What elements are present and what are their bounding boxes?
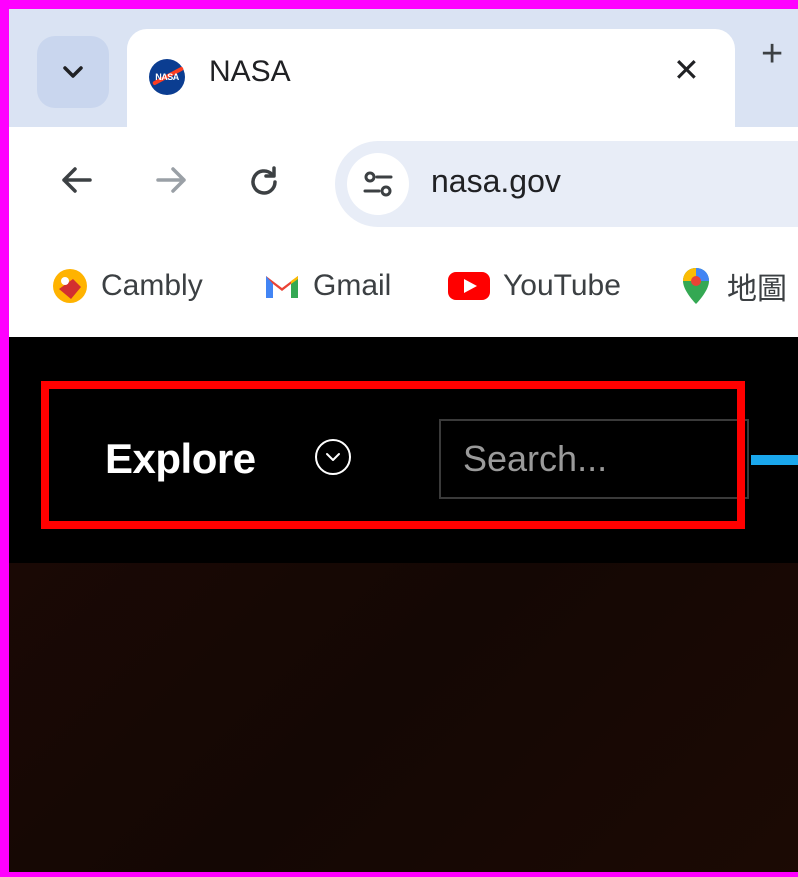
hero-background xyxy=(9,563,798,872)
nasa-page: Explore xyxy=(9,337,798,872)
reload-button[interactable] xyxy=(247,165,281,205)
favicon-text: NASA xyxy=(155,72,179,82)
tab-title: NASA xyxy=(209,55,291,88)
back-button[interactable] xyxy=(59,165,93,201)
bookmarks-bar: Cambly Gmail YouTube 地圖 xyxy=(9,239,798,337)
accent-bar xyxy=(751,455,798,465)
nasa-favicon-icon: NASA xyxy=(149,59,185,95)
bookmark-gmail[interactable]: Gmail xyxy=(263,261,391,311)
bookmark-label: 地圖 xyxy=(727,273,787,306)
explore-menu-label[interactable]: Explore xyxy=(105,435,256,483)
gmail-icon xyxy=(263,267,301,305)
bookmark-label: Cambly xyxy=(101,269,203,302)
youtube-icon xyxy=(447,267,491,305)
bookmark-youtube[interactable]: YouTube xyxy=(447,261,621,311)
chevron-down-icon xyxy=(326,453,340,461)
screenshot-frame: NASA NASA ✕ + nasa.gov Cambly Gmail YouT… xyxy=(0,0,798,877)
reload-icon xyxy=(251,166,277,195)
address-bar[interactable]: nasa.gov xyxy=(335,141,798,227)
bookmark-cambly[interactable]: Cambly xyxy=(51,261,203,311)
back-arrow-icon xyxy=(62,167,92,193)
close-icon[interactable]: ✕ xyxy=(673,51,700,89)
chevron-down-icon xyxy=(63,66,83,78)
explore-dropdown-button[interactable] xyxy=(315,439,351,475)
cambly-icon xyxy=(51,267,89,305)
bookmark-maps[interactable]: 地圖 xyxy=(677,261,787,311)
search-input[interactable] xyxy=(439,419,749,499)
new-tab-button[interactable]: + xyxy=(761,33,783,76)
browser-toolbar: nasa.gov xyxy=(9,127,798,239)
site-info-button[interactable] xyxy=(347,153,409,215)
forward-button[interactable] xyxy=(155,165,189,201)
maps-icon xyxy=(677,267,715,305)
tab-strip: NASA NASA ✕ + xyxy=(9,9,798,129)
forward-arrow-icon xyxy=(156,167,186,193)
tune-icon xyxy=(363,171,393,197)
tab-search-button[interactable] xyxy=(37,36,109,108)
url-text[interactable]: nasa.gov xyxy=(431,163,561,200)
bookmark-label: YouTube xyxy=(503,269,621,302)
bookmark-label: Gmail xyxy=(313,269,392,302)
active-tab[interactable]: NASA NASA ✕ xyxy=(127,29,735,129)
